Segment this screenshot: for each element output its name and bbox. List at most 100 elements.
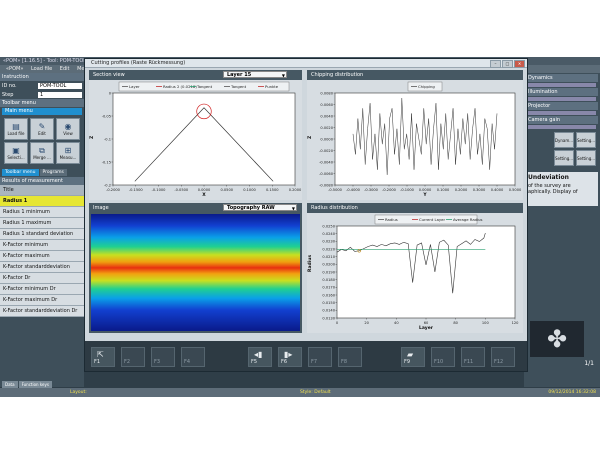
close-button[interactable]: ✕ (514, 60, 525, 68)
load-file-button[interactable]: ▤ Load file (4, 118, 28, 140)
illumination-slider[interactable] (528, 97, 596, 101)
settings-label: Setting... (576, 137, 596, 143)
y-tick-label: 0.0080 (320, 91, 333, 95)
f4-key[interactable]: F4 (181, 347, 205, 367)
f10-label: F10 (434, 359, 444, 365)
view-button[interactable]: ◉ View (56, 118, 80, 140)
tab-data[interactable]: Data (2, 381, 18, 388)
result-row-radius-1[interactable]: Radius 1 (0, 196, 84, 207)
id-field[interactable]: POM-TOOL (38, 82, 82, 89)
results-title-row: Title (0, 185, 84, 196)
main-menu-button[interactable]: Main menu (2, 108, 82, 115)
x-tick-label: -0.3000 (364, 188, 379, 192)
toolbar-grid: ▤ Load file ✎ Edit ◉ View ▣ Selecti... ⧉ Merg… (0, 116, 84, 166)
result-row[interactable]: K-Factor Dr (0, 273, 84, 284)
result-row[interactable]: K-Factor maximum (0, 251, 84, 262)
maximize-button[interactable]: □ (502, 60, 513, 68)
y-tick-label: -0.15 (102, 160, 111, 164)
x-tick-label: 20 (364, 321, 369, 325)
legend-label: Layer (129, 84, 140, 89)
result-row[interactable]: Radius 1 minimum (0, 207, 84, 218)
result-row[interactable]: Radius 1 maximum (0, 218, 84, 229)
chipping-panel: Chipping distribution Chipping -0.5000 -0.… (307, 70, 523, 200)
next-layer-icon: ▮▸ (284, 350, 293, 359)
y-tick-label: 0.0190 (322, 270, 335, 274)
settings-button[interactable]: Setting... (576, 132, 596, 148)
y-tick-label: 0.0180 (322, 278, 335, 282)
f9-key[interactable]: ▰ F9 (401, 347, 425, 367)
radius-header: Radius distribution (307, 203, 523, 213)
eye-icon: ◉ (64, 122, 72, 131)
tool-preview-image: ✤ (530, 321, 584, 357)
f8-key[interactable]: F8 (338, 347, 362, 367)
illumination-row[interactable]: Illumination (526, 88, 598, 96)
selection-label: Selecti... (7, 155, 25, 160)
settings-button[interactable]: Setting... (576, 150, 596, 166)
projector-slider[interactable] (528, 111, 596, 115)
f11-key[interactable]: F11 (461, 347, 485, 367)
camera-gain-row[interactable]: Camera gain (526, 116, 598, 124)
merge-button[interactable]: ⧉ Merge ... (30, 142, 54, 164)
minimize-button[interactable]: – (490, 60, 501, 68)
menu-item-pom[interactable]: «POM» (6, 65, 23, 73)
result-row[interactable]: K-Factor standarddeviation (0, 262, 84, 273)
edit-button[interactable]: ✎ Edit (30, 118, 54, 140)
menu-item-load-file[interactable]: Load file (31, 65, 52, 73)
tab-toolbar-menu[interactable]: Toolbar menu (2, 169, 39, 176)
exit-icon: ⇱ (97, 350, 104, 359)
dynamics-button[interactable]: Dynam... (554, 132, 574, 148)
x-tick-label: -0.1000 (152, 188, 167, 192)
x-tick-label: 0.1000 (243, 188, 256, 192)
result-row[interactable]: K-Factor maximum Dr (0, 295, 84, 306)
tab-function-keys[interactable]: Function keys (18, 381, 52, 388)
f12-key[interactable]: F12 (491, 347, 515, 367)
measure-button[interactable]: ⊞ Measu... (56, 142, 80, 164)
image-mode-select[interactable]: Topography RAW ▼ (223, 204, 297, 211)
f7-key[interactable]: F7 (308, 347, 332, 367)
y-tick-label: 0.0230 (322, 240, 335, 244)
y-axis-label: Z (307, 135, 313, 139)
f2-key[interactable]: F2 (121, 347, 145, 367)
f7-label: F7 (311, 359, 318, 365)
dynamics-row[interactable]: Dynamics (526, 74, 598, 82)
status-style: Style: Default (300, 390, 331, 395)
y-tick-label: 0 (109, 91, 112, 95)
selection-button[interactable]: ▣ Selecti... (4, 142, 28, 164)
edit-icon: ✎ (38, 122, 46, 131)
result-row[interactable]: K-Factor minimum (0, 240, 84, 251)
measure-label: Measu... (59, 155, 77, 160)
f1-key[interactable]: ⇱ F1 (91, 347, 115, 367)
step-field[interactable]: 1 (38, 91, 82, 98)
previous-layer-icon: ◂▮ (254, 350, 263, 359)
result-row[interactable]: Radius 1 standard deviation (0, 229, 84, 240)
f8-label: F8 (341, 359, 348, 365)
f6-key[interactable]: ▮▸ F6 (278, 347, 302, 367)
layer-select[interactable]: Layer 15 ▼ (223, 71, 287, 78)
x-tick-label: 0 (336, 321, 339, 325)
tab-programs[interactable]: Programs (39, 169, 67, 176)
f4-label: F4 (184, 359, 191, 365)
f12-label: F12 (494, 359, 504, 365)
result-row[interactable]: K-Factor minimum Dr (0, 284, 84, 295)
dynamics-slider[interactable] (528, 83, 596, 87)
menu-item-edit[interactable]: Edit (60, 65, 70, 73)
settings-button[interactable]: Setting... (554, 150, 574, 166)
f5-key[interactable]: ◂▮ F5 (248, 347, 272, 367)
f10-key[interactable]: F10 (431, 347, 455, 367)
plot-frame (336, 225, 516, 319)
pager[interactable]: 1/1 (584, 360, 594, 367)
radius-chart: Radius Current Layer Average Radius 0 20 40 60… (307, 214, 520, 331)
x-tick-label: 0.2000 (455, 188, 468, 192)
camera-gain-slider[interactable] (528, 125, 596, 129)
projector-row[interactable]: Projector (526, 102, 598, 110)
x-tick-label: -0.5000 (328, 188, 343, 192)
ruler-icon: ⊞ (64, 146, 72, 155)
y-tick-label: -0.0020 (319, 149, 334, 153)
step-label: Step (2, 91, 14, 98)
folder-icon: ▤ (12, 122, 20, 131)
x-tick-label: 120 (512, 321, 520, 325)
right-tool-grid: Dynam... Setting... Setting... Setting..… (550, 130, 600, 168)
result-row[interactable]: K-Factor standarddeviation Dr (0, 306, 84, 317)
x-tick-label: 0.5000 (509, 188, 522, 192)
f3-key[interactable]: F3 (151, 347, 175, 367)
